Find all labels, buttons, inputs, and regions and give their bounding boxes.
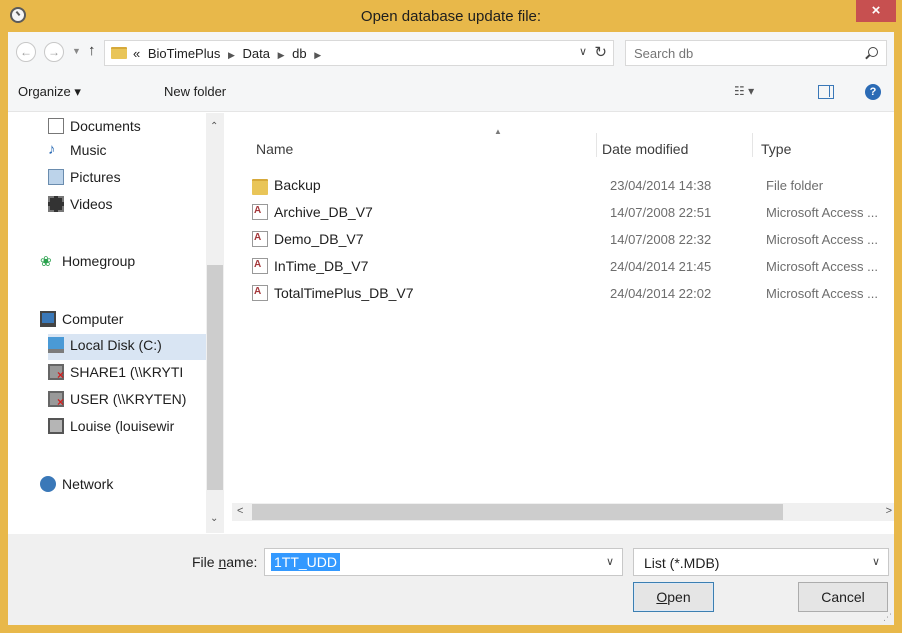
nav-item-computer[interactable]: Computer (40, 308, 198, 332)
column-header-type[interactable]: Type (761, 141, 791, 157)
pictures-icon (48, 169, 64, 185)
network-drive-disconnected-icon (48, 364, 64, 382)
search-box[interactable] (625, 40, 887, 66)
folder-icon (111, 47, 127, 59)
scrollbar-thumb[interactable] (207, 265, 223, 490)
address-row: ← → ▼ ↑ « BioTimePlus ▶ Data ▶ db ▶ ∨ ↻ (8, 32, 894, 72)
videos-icon (48, 196, 64, 212)
file-name-input[interactable]: 1TT_UDD ∨ (264, 548, 623, 576)
breadcrumb-overflow[interactable]: « (133, 46, 140, 61)
file-list-horizontal-scrollbar[interactable]: < > (232, 503, 894, 521)
nav-item-homegroup[interactable]: ❀ Homegroup (40, 250, 198, 274)
computer-icon (40, 311, 56, 327)
chevron-right-icon[interactable]: ▶ (228, 50, 235, 60)
nav-item-music[interactable]: ♪ Music (48, 139, 206, 163)
navigation-pane: Documents ♪ Music Pictures Videos ❀ Home… (8, 113, 232, 533)
documents-icon (48, 118, 64, 134)
dialog-body: ← → ▼ ↑ « BioTimePlus ▶ Data ▶ db ▶ ∨ ↻ (8, 32, 894, 625)
file-row[interactable]: TotalTimePlus_DB_V7 24/04/2014 22:02 Mic… (252, 281, 892, 305)
file-row[interactable]: Archive_DB_V7 14/07/2008 22:51 Microsoft… (252, 200, 892, 224)
open-button[interactable]: Open (633, 582, 714, 612)
chevron-right-icon[interactable]: ▶ (314, 50, 321, 60)
search-icon[interactable] (868, 47, 878, 57)
file-list: ▲ Name Date modified Type Backup 23/04/2… (232, 113, 894, 503)
file-name-label: File name: (192, 554, 258, 570)
chevron-down-icon[interactable]: ∨ (606, 555, 614, 568)
breadcrumb: « BioTimePlus ▶ Data ▶ db ▶ (133, 46, 325, 61)
open-file-dialog: Open database update file: × ← → ▼ ↑ « B… (0, 0, 902, 633)
homegroup-icon: ❀ (40, 253, 52, 269)
cancel-button[interactable]: Cancel (798, 582, 888, 612)
scrollbar-thumb[interactable] (252, 504, 783, 520)
sort-ascending-icon: ▲ (494, 127, 502, 136)
file-type-value: List (*.MDB) (644, 555, 720, 571)
close-button[interactable]: × (856, 0, 896, 22)
network-drive-disconnected-icon (48, 391, 64, 409)
file-row[interactable]: Demo_DB_V7 14/07/2008 22:32 Microsoft Ac… (252, 227, 892, 251)
back-button[interactable]: ← (16, 42, 36, 62)
search-input[interactable] (634, 44, 854, 62)
scroll-up-icon[interactable]: ⌃ (210, 121, 218, 132)
music-icon: ♪ (48, 141, 56, 158)
help-icon[interactable]: ? (865, 84, 881, 100)
column-divider[interactable] (596, 133, 597, 157)
organize-menu-button[interactable]: Organize ▾ (18, 84, 81, 100)
nav-item-network[interactable]: Network (40, 473, 198, 497)
user-folder-icon (48, 418, 64, 434)
recent-locations-dropdown[interactable]: ▼ (72, 46, 81, 56)
folder-icon (252, 179, 268, 195)
forward-button[interactable]: → (44, 42, 64, 62)
file-row[interactable]: Backup 23/04/2014 14:38 File folder (252, 173, 892, 197)
file-name-value[interactable]: 1TT_UDD (271, 553, 341, 571)
refresh-icon[interactable]: ↻ (594, 43, 607, 61)
new-folder-button[interactable]: New folder (164, 84, 226, 99)
resize-grip-icon[interactable]: ⋰ (883, 612, 892, 623)
preview-pane-icon[interactable] (818, 85, 834, 99)
scroll-right-icon[interactable]: > (886, 505, 892, 517)
command-bar: Organize ▾ New folder ☷ ▾ ? (8, 72, 894, 112)
nav-item-louise[interactable]: Louise (louisewir (48, 415, 206, 439)
column-header-date-modified[interactable]: Date modified (602, 141, 688, 157)
nav-item-pictures[interactable]: Pictures (48, 166, 206, 190)
nav-item-share1[interactable]: SHARE1 (\\KRYTI (48, 361, 206, 385)
address-dropdown-icon[interactable]: ∨ (579, 45, 587, 58)
nav-item-videos[interactable]: Videos (48, 193, 206, 217)
scroll-left-icon[interactable]: < (237, 505, 243, 517)
change-view-button[interactable]: ☷ ▾ (734, 84, 754, 98)
address-bar[interactable]: « BioTimePlus ▶ Data ▶ db ▶ ∨ ↻ (104, 40, 614, 66)
navigation-pane-scrollbar[interactable]: ⌃ ⌄ (206, 113, 224, 533)
file-type-select[interactable]: List (*.MDB) ∨ (633, 548, 889, 576)
network-icon (40, 476, 56, 492)
nav-item-local-disk[interactable]: Local Disk (C:) (48, 334, 206, 360)
dialog-title: Open database update file: (360, 8, 542, 25)
scroll-down-icon[interactable]: ⌄ (210, 513, 218, 524)
chevron-down-icon[interactable]: ∨ (872, 555, 880, 568)
access-db-icon (252, 285, 268, 301)
nav-item-user[interactable]: USER (\\KRYTEN) (48, 388, 206, 412)
breadcrumb-item[interactable]: Data (243, 46, 270, 61)
breadcrumb-item[interactable]: BioTimePlus (148, 46, 220, 61)
file-row[interactable]: InTime_DB_V7 24/04/2014 21:45 Microsoft … (252, 254, 892, 278)
title-bar[interactable]: Open database update file: × (0, 0, 902, 32)
chevron-right-icon[interactable]: ▶ (278, 50, 285, 60)
access-db-icon (252, 204, 268, 220)
column-divider[interactable] (752, 133, 753, 157)
file-name-panel: File name: 1TT_UDD ∨ List (*.MDB) ∨ Open… (8, 534, 894, 625)
nav-item-documents[interactable]: Documents (48, 115, 206, 139)
access-db-icon (252, 231, 268, 247)
column-header-name[interactable]: Name (256, 141, 293, 157)
access-db-icon (252, 258, 268, 274)
breadcrumb-item[interactable]: db (292, 46, 306, 61)
local-disk-icon (48, 337, 64, 353)
up-button[interactable]: ↑ (88, 42, 96, 59)
